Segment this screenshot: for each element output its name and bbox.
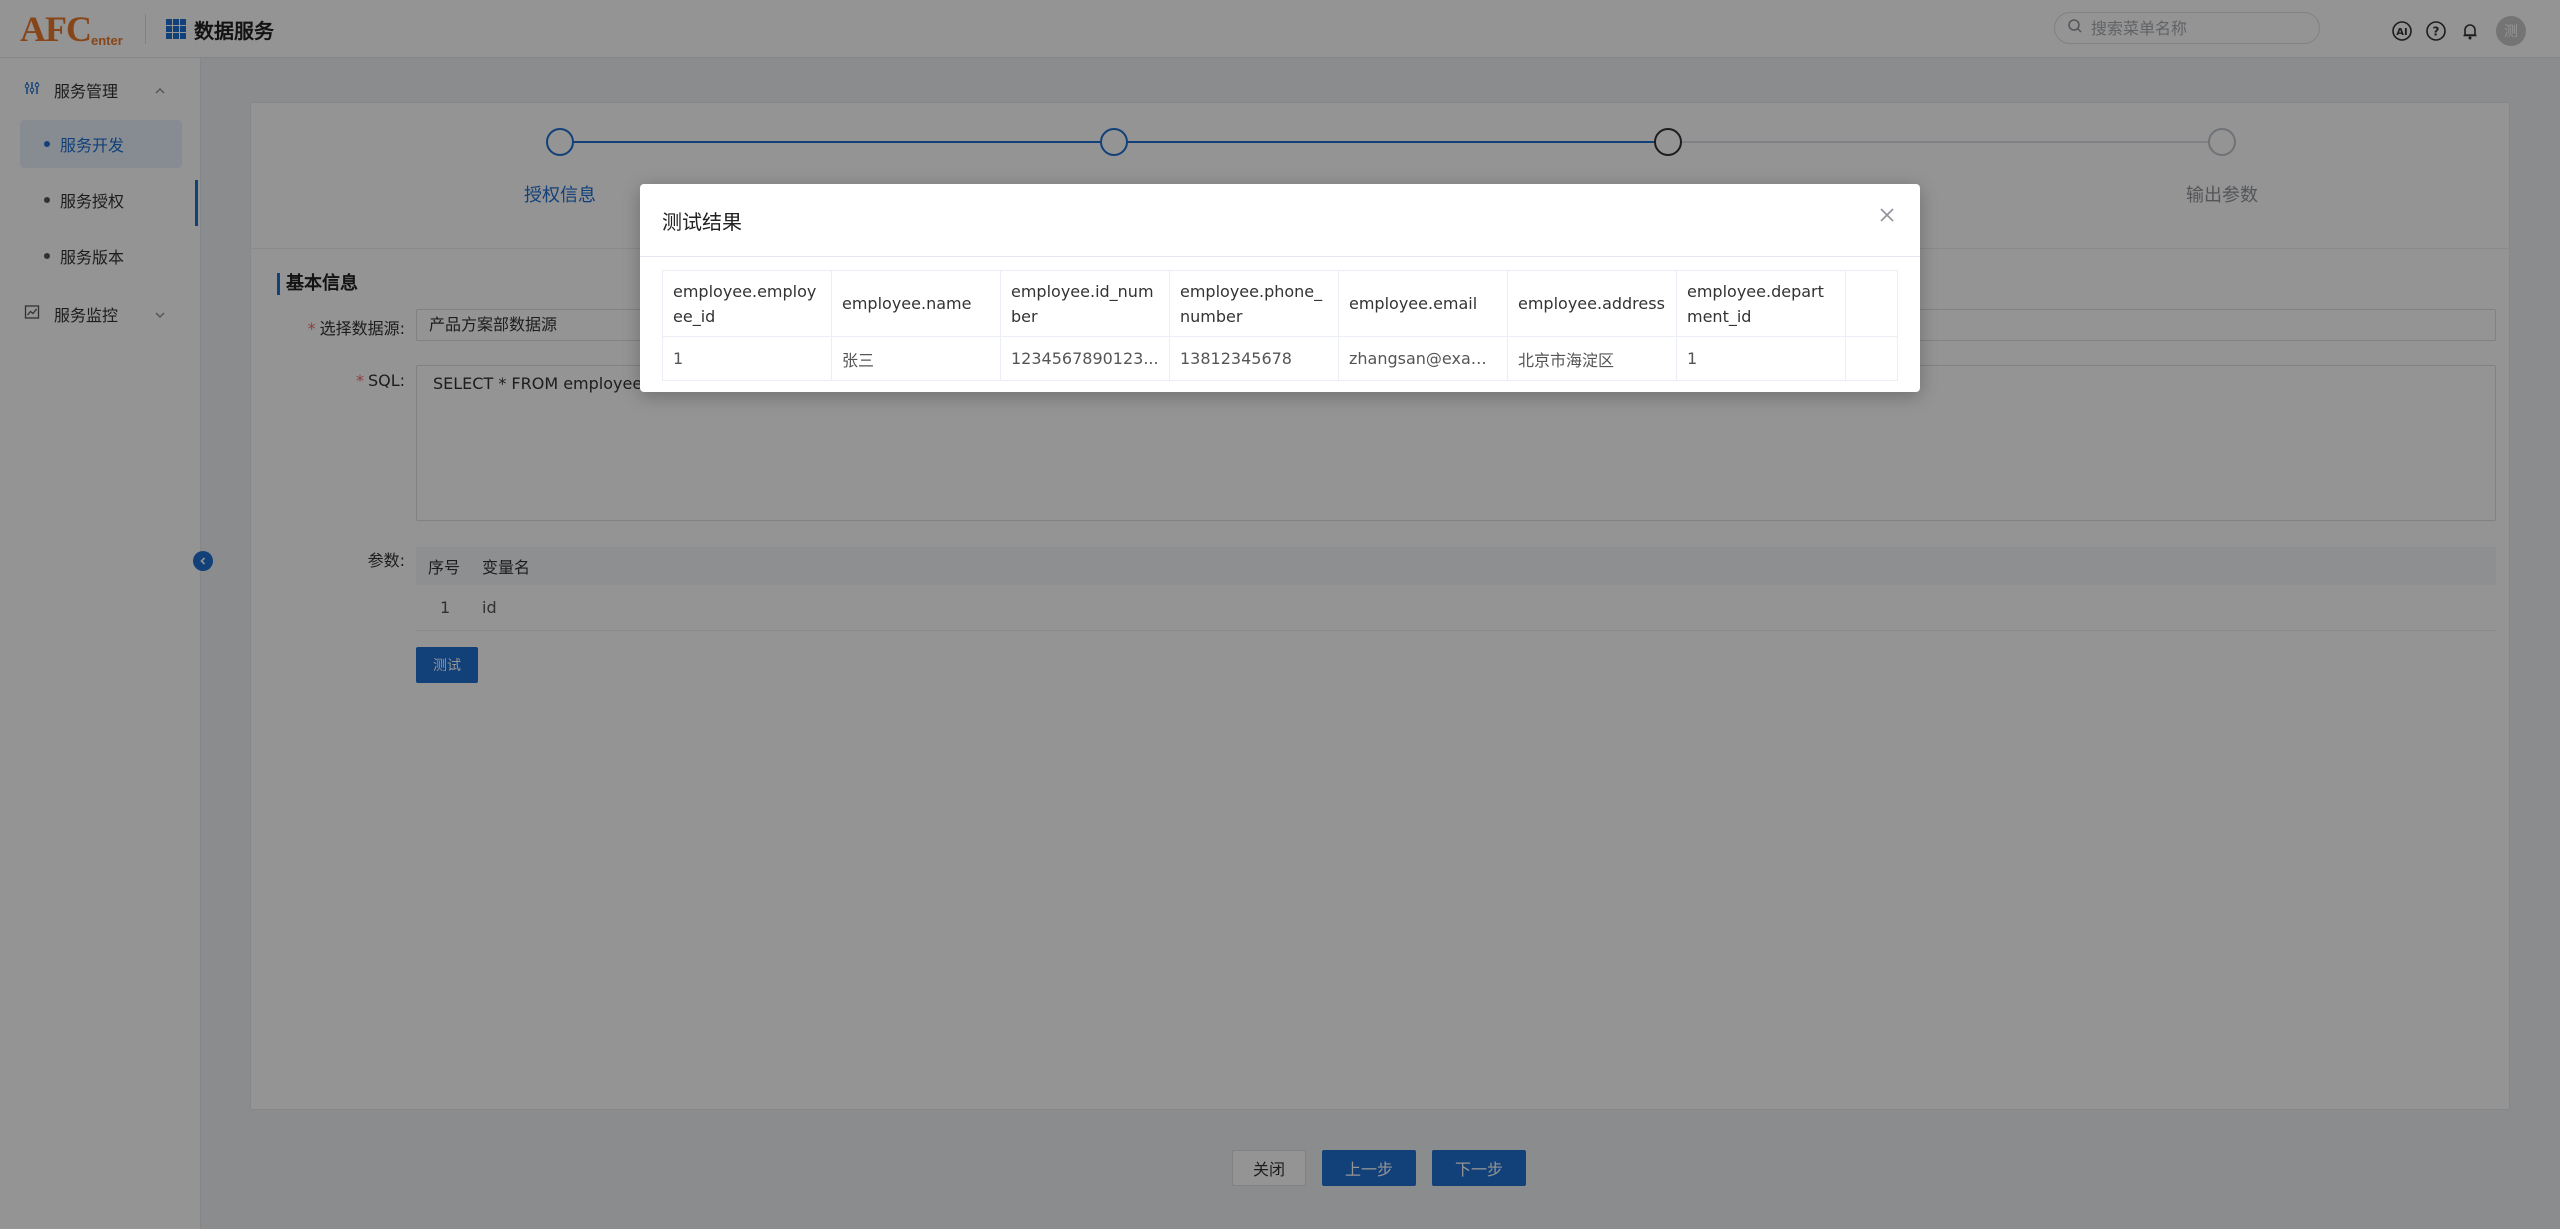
col-header: employee.employee_id — [662, 270, 832, 337]
table-row: 1 张三 1234567890123... 13812345678 zhangs… — [662, 336, 1898, 381]
test-result-dialog: 测试结果 employee.employee_id employee.name … — [640, 184, 1920, 392]
result-header-row: employee.employee_id employee.name emplo… — [662, 270, 1898, 337]
col-header: employee.email — [1338, 270, 1508, 337]
col-header: employee.department_id — [1676, 270, 1846, 337]
dialog-title: 测试结果 — [662, 210, 742, 234]
col-header: employee.name — [831, 270, 1001, 337]
dialog-divider — [640, 256, 1920, 257]
table-cell: 13812345678 — [1169, 336, 1339, 381]
table-cell: 北京市海淀区 — [1507, 336, 1677, 381]
result-table: employee.employee_id employee.name emplo… — [662, 270, 1898, 381]
table-cell: 1 — [662, 336, 832, 381]
col-header-filler — [1845, 270, 1898, 337]
table-cell: 1234567890123... — [1000, 336, 1170, 381]
table-cell: zhangsan@exam... — [1338, 336, 1508, 381]
col-header: employee.id_number — [1000, 270, 1170, 337]
table-cell-filler — [1845, 336, 1898, 381]
col-header: employee.phone_number — [1169, 270, 1339, 337]
table-cell: 张三 — [831, 336, 1001, 381]
close-icon[interactable] — [1876, 204, 1898, 226]
table-cell: 1 — [1676, 336, 1846, 381]
col-header: employee.address — [1507, 270, 1677, 337]
